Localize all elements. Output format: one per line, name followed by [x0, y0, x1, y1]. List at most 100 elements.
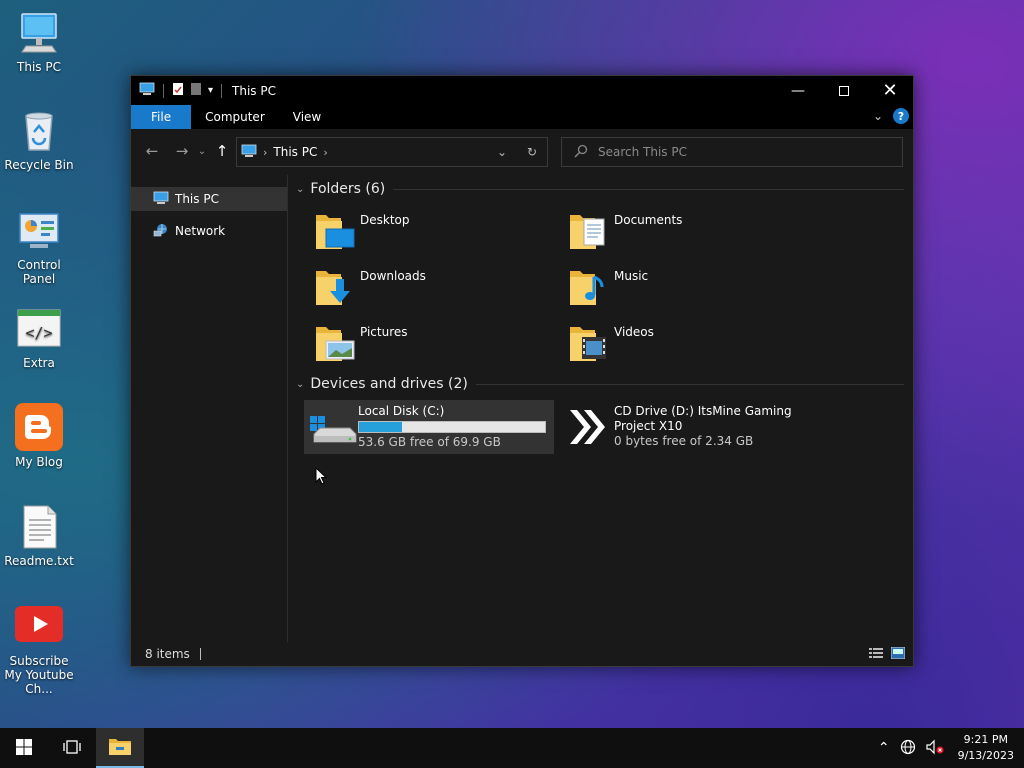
desktop-icon-readme[interactable]: Readme.txt [0, 504, 78, 568]
address-dropdown-button[interactable]: ⌄ [487, 138, 517, 166]
clock-date: 9/13/2023 [957, 749, 1014, 762]
folder-name: Downloads [360, 269, 426, 283]
desktop-icon-youtube[interactable]: Subscribe My Youtube Ch... [0, 606, 78, 696]
taskbar-file-explorer[interactable] [96, 728, 144, 768]
drive-local-disk-c[interactable]: Local Disk (C:) 53.6 GB free of 69.9 GB [304, 400, 554, 454]
properties-icon[interactable] [172, 82, 184, 99]
control-panel-icon [16, 208, 62, 254]
nav-item-label: This PC [175, 192, 219, 206]
folder-documents[interactable]: Documents [568, 209, 818, 255]
taskbar: ⌃ 9:21 PM 9/13/2023 [0, 728, 1024, 768]
folders-group-header[interactable]: ⌄ Folders (6) [296, 181, 904, 197]
refresh-button[interactable]: ↻ [517, 138, 547, 166]
drive-name: CD Drive (D:) ItsMine Gaming [614, 404, 792, 418]
navigation-pane: This PC Network [131, 175, 288, 642]
folder-pictures[interactable]: Pictures [314, 321, 564, 367]
text-file-icon [16, 504, 62, 550]
expand-ribbon-icon[interactable]: ⌄ [873, 109, 883, 123]
navigation-bar: ← → ⌄ ↑ › This PC › ⌄ ↻ [131, 129, 913, 173]
code-file-icon: </> [16, 306, 62, 352]
minimize-button[interactable]: — [775, 76, 821, 105]
collapse-caret-icon: ⌄ [296, 183, 305, 195]
tab-file[interactable]: File [131, 105, 192, 129]
drive-free-space: 53.6 GB free of 69.9 GB [358, 435, 501, 449]
forward-button[interactable]: → [169, 138, 195, 164]
group-header-label: Folders (6) [310, 181, 386, 197]
drive-cd-d[interactable]: CD Drive (D:) ItsMine Gaming Project X10… [560, 400, 820, 454]
this-pc-icon [241, 144, 257, 161]
network-globe-icon[interactable] [900, 739, 916, 758]
search-box[interactable] [561, 137, 903, 167]
task-view-button[interactable] [48, 728, 96, 768]
recent-locations-button[interactable]: ⌄ [195, 138, 209, 164]
back-arrow-icon: ← [145, 142, 159, 160]
show-hidden-icons-icon[interactable]: ⌃ [878, 740, 890, 756]
folder-music[interactable]: Music [568, 265, 818, 311]
devices-group-header[interactable]: ⌄ Devices and drives (2) [296, 376, 904, 392]
blogger-icon [15, 403, 63, 451]
volume-muted-icon[interactable] [925, 739, 944, 758]
address-bar[interactable]: › This PC › ⌄ ↻ [236, 137, 548, 167]
recycle-bin-icon [16, 108, 62, 154]
up-button[interactable]: ↑ [209, 138, 235, 164]
close-icon: ✕ [882, 80, 898, 101]
folder-desktop[interactable]: Desktop [314, 209, 564, 255]
explorer-body: This PC Network ⌄ Folders (6) Desktop Do… [131, 175, 913, 642]
downloads-folder-icon [314, 265, 356, 307]
tab-computer[interactable]: Computer [191, 105, 279, 129]
title-bar[interactable]: ▾ This PC — ✕ [131, 76, 913, 105]
search-input[interactable] [598, 145, 878, 159]
content-pane: ⌄ Folders (6) Desktop Documents Download… [288, 175, 913, 642]
desktop-icon-my-blog[interactable]: My Blog [0, 403, 78, 469]
back-button[interactable]: ← [139, 138, 165, 164]
folder-name: Documents [614, 213, 683, 227]
drive-name-line2: Project X10 [614, 419, 683, 433]
breadcrumb-this-pc[interactable]: This PC [273, 145, 317, 159]
chevron-down-icon: ⌄ [197, 145, 207, 157]
nav-item-network[interactable]: Network [131, 219, 287, 243]
large-icons-view-icon[interactable] [890, 646, 906, 662]
group-header-label: Devices and drives (2) [310, 376, 468, 392]
minimize-icon: — [791, 82, 805, 99]
maximize-icon [839, 85, 849, 96]
customize-toolbar-icon[interactable]: ▾ [208, 85, 213, 96]
details-view-icon[interactable] [869, 647, 883, 662]
desktop-icon-recycle-bin[interactable]: Recycle Bin [0, 108, 78, 172]
window-title: This PC [232, 83, 276, 98]
close-button[interactable]: ✕ [867, 76, 913, 105]
folder-videos[interactable]: Videos [568, 321, 818, 367]
nav-item-this-pc[interactable]: This PC [131, 187, 287, 211]
up-arrow-icon: ↑ [215, 142, 229, 160]
maximize-button[interactable] [821, 76, 867, 105]
drive-free-space: 0 bytes free of 2.34 GB [614, 434, 754, 448]
nav-item-label: Network [175, 224, 226, 238]
desktop-icon-extra[interactable]: </> Extra [0, 306, 78, 370]
desktop-folder-icon [314, 209, 356, 251]
desktop-icon-label: My Blog [15, 455, 63, 469]
folder-name: Videos [614, 325, 654, 339]
hard-drive-icon [304, 400, 358, 454]
system-tray: ⌃ 9:21 PM 9/13/2023 [878, 728, 1024, 768]
desktop-icon-label: Readme.txt [4, 554, 74, 568]
pictures-folder-icon [314, 321, 356, 363]
taskbar-clock[interactable]: 9:21 PM 9/13/2023 [958, 732, 1014, 764]
computer-icon [16, 10, 62, 56]
search-icon [574, 144, 588, 161]
start-button[interactable] [0, 728, 48, 768]
videos-folder-icon [568, 321, 610, 363]
tab-view[interactable]: View [279, 105, 335, 129]
drive-info: CD Drive (D:) ItsMine Gaming Project X10… [614, 400, 792, 454]
status-bar: 8 items [131, 642, 913, 666]
desktop-icon-label: Subscribe My Youtube Ch... [4, 654, 74, 696]
drive-usage-fill [359, 422, 403, 432]
new-folder-icon[interactable] [190, 82, 202, 99]
help-icon[interactable]: ? [893, 108, 909, 124]
documents-folder-icon [568, 209, 610, 251]
mouse-cursor-icon [315, 466, 328, 488]
this-pc-icon [139, 82, 155, 99]
desktop-icon-this-pc[interactable]: This PC [0, 10, 78, 74]
folder-downloads[interactable]: Downloads [314, 265, 564, 311]
cd-drive-icon [560, 400, 614, 454]
breadcrumb-chevron-icon[interactable]: › [323, 146, 327, 159]
desktop-icon-control-panel[interactable]: Control Panel [0, 208, 78, 286]
